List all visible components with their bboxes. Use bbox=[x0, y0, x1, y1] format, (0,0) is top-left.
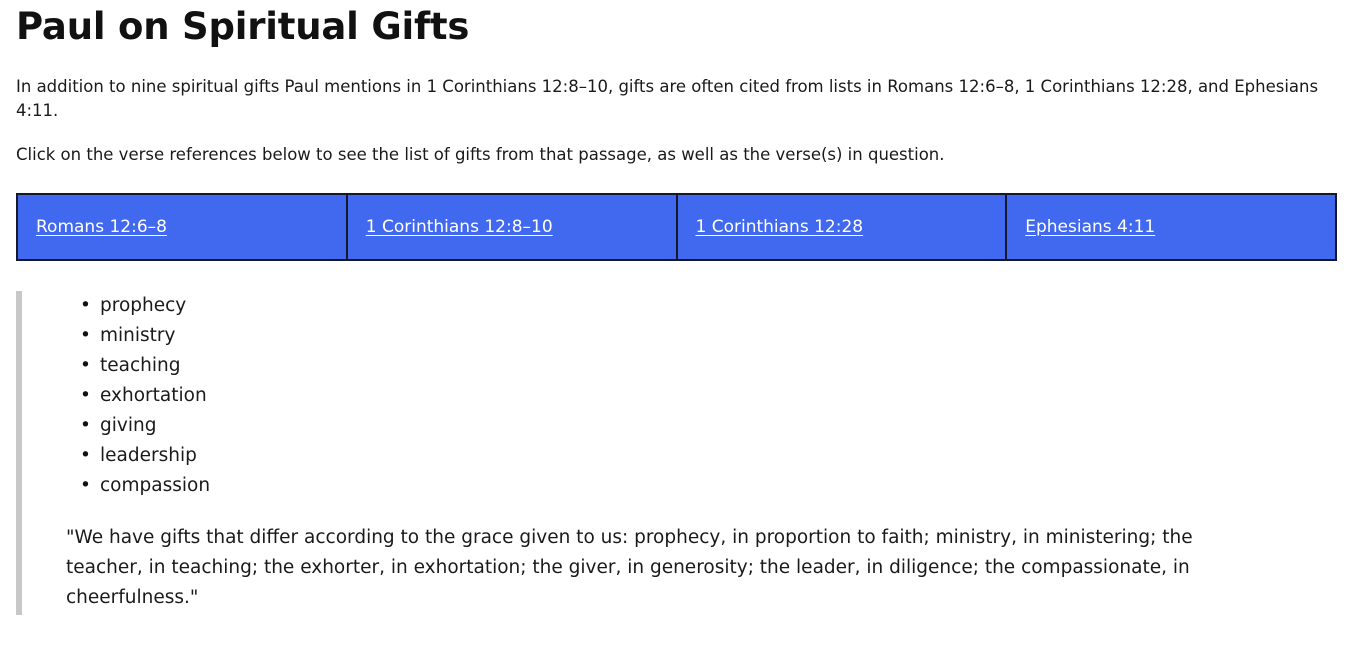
page-title: Paul on Spiritual Gifts bbox=[16, 5, 470, 48]
list-item: exhortation bbox=[80, 381, 1337, 411]
list-item: giving bbox=[80, 411, 1337, 441]
gift-list: prophecy ministry teaching exhortation g… bbox=[22, 291, 1337, 501]
list-item: prophecy bbox=[80, 291, 1337, 321]
tab-1-corinthians-12-28[interactable]: 1 Corinthians 12:28 bbox=[677, 194, 1008, 259]
tab-ephesians-4-11[interactable]: Ephesians 4:11 bbox=[1007, 194, 1335, 259]
list-item: teaching bbox=[80, 351, 1337, 381]
tab-link-label[interactable]: Ephesians 4:11 bbox=[1025, 217, 1155, 237]
tab-romans-12-6-8[interactable]: Romans 12:6–8 bbox=[18, 194, 348, 259]
list-item: ministry bbox=[80, 321, 1337, 351]
tab-1-corinthians-12-8-10[interactable]: 1 Corinthians 12:8–10 bbox=[347, 194, 678, 259]
page-container: Paul on Spiritual Gifts In addition to n… bbox=[0, 5, 1353, 615]
intro-paragraph-1: In addition to nine spiritual gifts Paul… bbox=[16, 76, 1319, 120]
tab-link-label[interactable]: 1 Corinthians 12:8–10 bbox=[366, 217, 553, 237]
verse-reference-tabbar: Romans 12:6–8 1 Corinthians 12:8–10 1 Co… bbox=[16, 192, 1337, 261]
list-item: compassion bbox=[80, 471, 1337, 501]
gift-detail-panel: prophecy ministry teaching exhortation g… bbox=[16, 290, 1337, 615]
tab-link-label[interactable]: Romans 12:6–8 bbox=[36, 217, 167, 237]
tab-link-label[interactable]: 1 Corinthians 12:28 bbox=[696, 217, 864, 237]
passage-quote: "We have gifts that differ according to … bbox=[66, 526, 1193, 608]
intro-paragraph-2: Click on the verse references below to s… bbox=[16, 144, 945, 164]
list-item: leadership bbox=[80, 441, 1337, 471]
